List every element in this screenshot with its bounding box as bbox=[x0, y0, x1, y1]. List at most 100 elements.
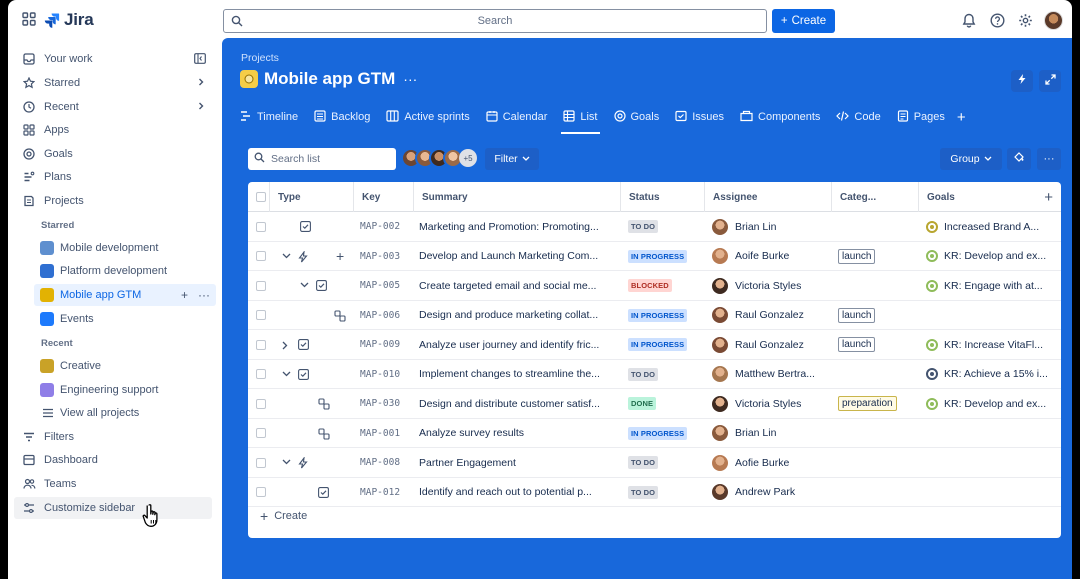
table-row[interactable]: MAP-010 Implement changes to streamline t… bbox=[248, 360, 1061, 390]
chevron-down-icon[interactable] bbox=[282, 459, 291, 465]
notifications-bell-icon[interactable] bbox=[960, 12, 978, 30]
chevron-down-icon[interactable] bbox=[282, 253, 291, 259]
sidebar-project-platform-development[interactable]: Platform development bbox=[34, 260, 216, 282]
row-checkbox[interactable] bbox=[256, 251, 266, 262]
column-summary[interactable]: Summary bbox=[414, 182, 621, 212]
issue-key[interactable]: MAP-001 bbox=[360, 419, 414, 449]
tab-goals[interactable]: Goals bbox=[613, 102, 659, 132]
add-tab-icon[interactable]: + bbox=[957, 109, 966, 126]
row-checkbox[interactable] bbox=[256, 457, 266, 468]
table-row[interactable]: + MAP-003 Develop and Launch Marketing Com… bbox=[248, 242, 1061, 272]
issue-key[interactable]: MAP-010 bbox=[360, 360, 414, 390]
row-checkbox[interactable] bbox=[256, 428, 266, 439]
tab-code[interactable]: Code bbox=[836, 102, 881, 132]
goal-text[interactable]: KR: Achieve a 15% i... bbox=[944, 368, 1048, 380]
column-key[interactable]: Key bbox=[354, 182, 414, 212]
status-badge[interactable]: IN PROGRESS bbox=[628, 308, 688, 322]
jira-logo[interactable]: Jira bbox=[44, 10, 94, 30]
status-badge[interactable]: TO DO bbox=[628, 367, 659, 381]
chevron-down-icon[interactable] bbox=[300, 282, 309, 288]
table-row[interactable]: MAP-009 Analyze user journey and identify… bbox=[248, 330, 1061, 360]
sidebar-project-mobile-development[interactable]: Mobile development bbox=[34, 237, 216, 259]
help-icon[interactable] bbox=[988, 12, 1006, 30]
issue-key[interactable]: MAP-005 bbox=[360, 271, 414, 301]
add-icon[interactable]: + bbox=[181, 288, 188, 302]
sidebar-item-apps[interactable]: Apps bbox=[14, 119, 212, 141]
column-status[interactable]: Status bbox=[621, 182, 705, 212]
sidebar-item-starred[interactable]: Starred bbox=[14, 72, 212, 94]
filter-button[interactable]: Filter bbox=[485, 148, 539, 170]
panel-toggle-icon[interactable] bbox=[194, 53, 206, 67]
tab-active-sprints[interactable]: Active sprints bbox=[386, 102, 470, 132]
issue-key[interactable]: MAP-030 bbox=[360, 389, 414, 419]
add-child-icon[interactable]: + bbox=[336, 248, 344, 264]
select-all-checkbox[interactable] bbox=[256, 192, 266, 202]
table-row[interactable]: MAP-005 Create targeted email and social … bbox=[248, 271, 1061, 301]
sidebar-item-filters[interactable]: Filters bbox=[14, 426, 212, 448]
row-checkbox[interactable] bbox=[256, 398, 266, 409]
group-button[interactable]: Group bbox=[940, 148, 1002, 170]
sidebar-item-teams[interactable]: Teams bbox=[14, 473, 212, 495]
table-row[interactable]: MAP-008 Partner Engagement TO DO Aofie Burk… bbox=[248, 448, 1061, 478]
sidebar-project-creative[interactable]: Creative bbox=[34, 355, 216, 377]
more-icon[interactable]: ··· bbox=[403, 71, 417, 87]
breadcrumb[interactable]: Projects bbox=[241, 52, 279, 64]
sidebar-item-customize-sidebar[interactable]: Customize sidebar bbox=[14, 497, 212, 519]
row-checkbox[interactable] bbox=[256, 280, 266, 291]
goal-text[interactable]: KR: Develop and ex... bbox=[944, 398, 1046, 410]
issue-summary[interactable]: Partner Engagement bbox=[419, 448, 619, 478]
issue-key[interactable]: MAP-009 bbox=[360, 330, 414, 360]
status-badge[interactable]: TO DO bbox=[628, 456, 659, 470]
status-badge[interactable]: BLOCKED bbox=[628, 279, 672, 293]
status-badge[interactable]: IN PROGRESS bbox=[628, 426, 688, 440]
create-issue-row[interactable]: + Create bbox=[260, 508, 307, 524]
column-assignee[interactable]: Assignee bbox=[705, 182, 832, 212]
create-button[interactable]: + Create bbox=[772, 9, 835, 33]
assignee-cell[interactable]: Brian Lin bbox=[712, 419, 830, 449]
sidebar-item-plans[interactable]: Plans bbox=[14, 166, 212, 188]
tab-components[interactable]: Components bbox=[740, 102, 820, 132]
sidebar-item-recent[interactable]: Recent bbox=[14, 96, 212, 118]
table-row[interactable]: MAP-006 Design and produce marketing coll… bbox=[248, 301, 1061, 331]
issue-key[interactable]: MAP-008 bbox=[360, 448, 414, 478]
tab-pages[interactable]: Pages bbox=[897, 102, 945, 132]
category-tag[interactable]: launch bbox=[838, 248, 876, 264]
global-search[interactable]: Search bbox=[223, 9, 767, 33]
sidebar-view-all-projects[interactable]: View all projects bbox=[34, 402, 216, 424]
assignee-cell[interactable]: Aoife Burke bbox=[712, 242, 830, 272]
people-filter[interactable]: +5 bbox=[401, 148, 477, 168]
sidebar-item-dashboard[interactable]: Dashboard bbox=[14, 449, 212, 471]
issue-key[interactable]: MAP-012 bbox=[360, 478, 414, 508]
tab-list[interactable]: List bbox=[561, 102, 600, 134]
sidebar-project-events[interactable]: Events bbox=[34, 308, 216, 330]
assignee-cell[interactable]: Aofie Burke bbox=[712, 448, 830, 478]
issue-summary[interactable]: Create targeted email and social me... bbox=[419, 271, 619, 301]
category-tag[interactable]: launch bbox=[838, 337, 876, 353]
sidebar-project-engineering-support[interactable]: Engineering support bbox=[34, 379, 216, 401]
tab-issues[interactable]: Issues bbox=[675, 102, 724, 132]
row-checkbox[interactable] bbox=[256, 339, 266, 350]
table-row[interactable]: MAP-012 Identify and reach out to potenti… bbox=[248, 478, 1061, 508]
issue-summary[interactable]: Develop and Launch Marketing Com... bbox=[419, 242, 619, 272]
app-switcher-icon[interactable] bbox=[22, 12, 38, 28]
status-badge[interactable]: TO DO bbox=[628, 220, 659, 234]
assignee-cell[interactable]: Raul Gonzalez bbox=[712, 301, 830, 331]
column-category[interactable]: Categ... bbox=[832, 182, 919, 212]
issue-key[interactable]: MAP-002 bbox=[360, 212, 414, 242]
sidebar-item-your-work[interactable]: Your work bbox=[14, 48, 212, 70]
issue-summary[interactable]: Identify and reach out to potential p... bbox=[419, 478, 619, 508]
issue-key[interactable]: MAP-003 bbox=[360, 242, 414, 272]
tab-backlog[interactable]: Backlog bbox=[314, 102, 370, 132]
more-icon[interactable]: ··· bbox=[198, 288, 210, 302]
chevron-down-icon[interactable] bbox=[282, 371, 291, 377]
assignee-cell[interactable]: Victoria Styles bbox=[712, 389, 830, 419]
category-tag[interactable]: launch bbox=[838, 307, 876, 323]
issue-summary[interactable]: Analyze user journey and identify fric..… bbox=[419, 330, 619, 360]
status-badge[interactable]: IN PROGRESS bbox=[628, 249, 688, 263]
settings-gear-icon[interactable] bbox=[1016, 12, 1034, 30]
add-column-icon[interactable]: + bbox=[1044, 189, 1053, 206]
table-row[interactable]: MAP-030 Design and distribute customer sa… bbox=[248, 389, 1061, 419]
table-row[interactable]: MAP-001 Analyze survey results IN PROGRESS… bbox=[248, 419, 1061, 449]
sidebar-project-mobile-app-gtm[interactable]: Mobile app GTM + ··· bbox=[34, 284, 216, 306]
sidebar-item-goals[interactable]: Goals bbox=[14, 143, 212, 165]
